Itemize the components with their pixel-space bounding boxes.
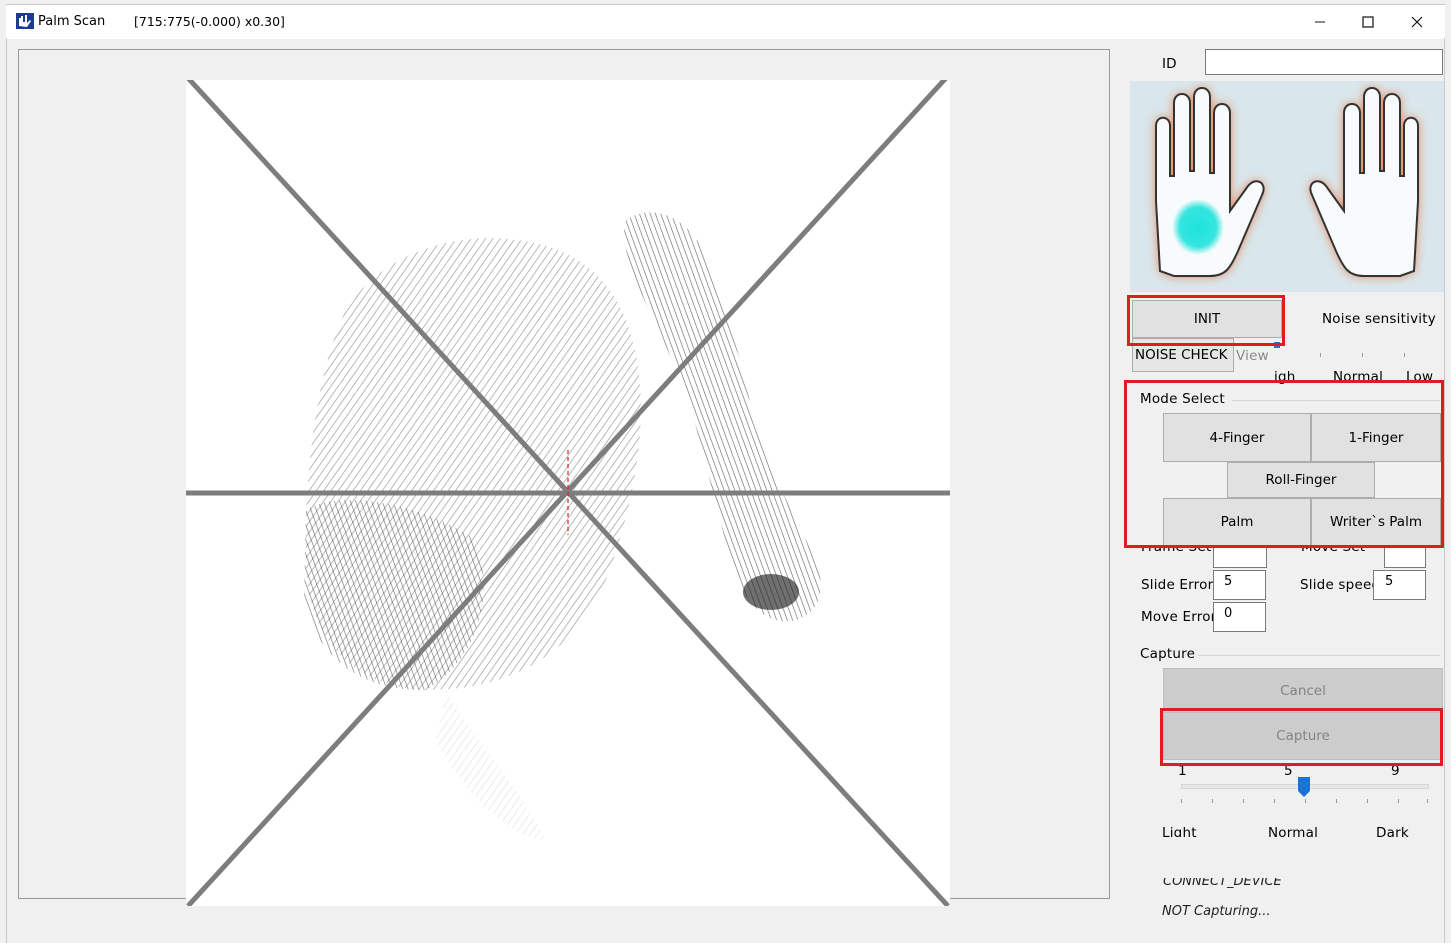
noise-low-label: Low: [1406, 369, 1434, 385]
slider-thumb-partial[interactable]: [1274, 342, 1280, 348]
window-border-right: [1444, 38, 1445, 943]
slide-speed-input[interactable]: 5: [1373, 570, 1426, 600]
noise-high-label: igh: [1274, 369, 1296, 385]
slide-error-input[interactable]: 5: [1213, 570, 1266, 600]
frame-set-input-lower[interactable]: [1213, 546, 1267, 568]
close-icon: [1411, 16, 1423, 28]
brightness-ticks: [1181, 799, 1431, 804]
noise-ticks: [1320, 353, 1438, 359]
capture-divider: [1198, 655, 1440, 656]
brightness-slider-thumb[interactable]: [1298, 777, 1310, 797]
palm-print-graphic: [186, 80, 950, 906]
slide-speed-label: Slide speed: [1300, 577, 1381, 593]
id-input[interactable]: [1205, 49, 1443, 75]
maximize-button[interactable]: [1345, 5, 1391, 39]
brightness-tick-min: 1: [1178, 763, 1187, 779]
move-error-label: Move Error: [1141, 609, 1217, 625]
frame-set-label: Frame Set: [1141, 546, 1212, 555]
connection-status: CONNECT_DEVICE: [1163, 878, 1282, 889]
roll-finger-button[interactable]: Roll-Finger: [1227, 462, 1375, 498]
connection-status-clipped: CONNECT_DEVICE: [1160, 878, 1360, 890]
noise-sensitivity-label: Noise sensitivity: [1322, 311, 1436, 327]
hand-guide-image: [1130, 81, 1444, 292]
close-button[interactable]: [1394, 5, 1440, 39]
palm-scan-image: [186, 80, 950, 906]
noise-check-button[interactable]: NOISE CHECK: [1132, 338, 1234, 372]
one-finger-button[interactable]: 1-Finger: [1311, 413, 1441, 462]
capture-button[interactable]: Capture: [1163, 712, 1443, 760]
move-error-input[interactable]: 0: [1213, 602, 1266, 632]
writers-palm-button[interactable]: Writer`s Palm: [1311, 498, 1441, 546]
minimize-icon: [1315, 21, 1325, 23]
move-set-input-lower[interactable]: [1384, 546, 1426, 568]
slide-error-label: Slide Error: [1141, 577, 1214, 593]
noise-normal-label: Normal: [1333, 369, 1384, 385]
brightness-labels-clipped: Light Normal Dark: [1150, 825, 1440, 837]
title-bar: Palm Scan [715:775(-0.000) x0.30]: [6, 4, 1445, 39]
brightness-light-label: Light: [1162, 825, 1197, 837]
brightness-normal-label: Normal: [1268, 825, 1319, 837]
palm-button[interactable]: Palm: [1163, 498, 1311, 546]
brightness-dark-label: Dark: [1376, 825, 1409, 837]
view-button-partial[interactable]: View: [1236, 348, 1269, 364]
init-button[interactable]: INIT: [1132, 300, 1282, 338]
cancel-button[interactable]: Cancel: [1163, 668, 1443, 714]
window-title: Palm Scan: [38, 14, 106, 29]
capture-status: NOT Capturing...: [1162, 904, 1271, 919]
move-set-label: Move Set: [1301, 546, 1366, 555]
window-info: [715:775(-0.000) x0.30]: [134, 14, 285, 29]
maximize-icon: [1362, 16, 1374, 28]
brightness-tick-max: 9: [1391, 763, 1400, 779]
app-icon: [16, 13, 34, 29]
four-finger-button[interactable]: 4-Finger: [1163, 413, 1311, 462]
id-label: ID: [1162, 56, 1177, 72]
mode-select-divider: [1232, 400, 1440, 401]
mode-select-title: Mode Select: [1140, 391, 1225, 407]
brightness-tick-mid: 5: [1284, 763, 1293, 779]
minimize-button[interactable]: [1297, 5, 1343, 39]
capture-title: Capture: [1140, 646, 1196, 662]
window-border-left: [6, 38, 7, 943]
